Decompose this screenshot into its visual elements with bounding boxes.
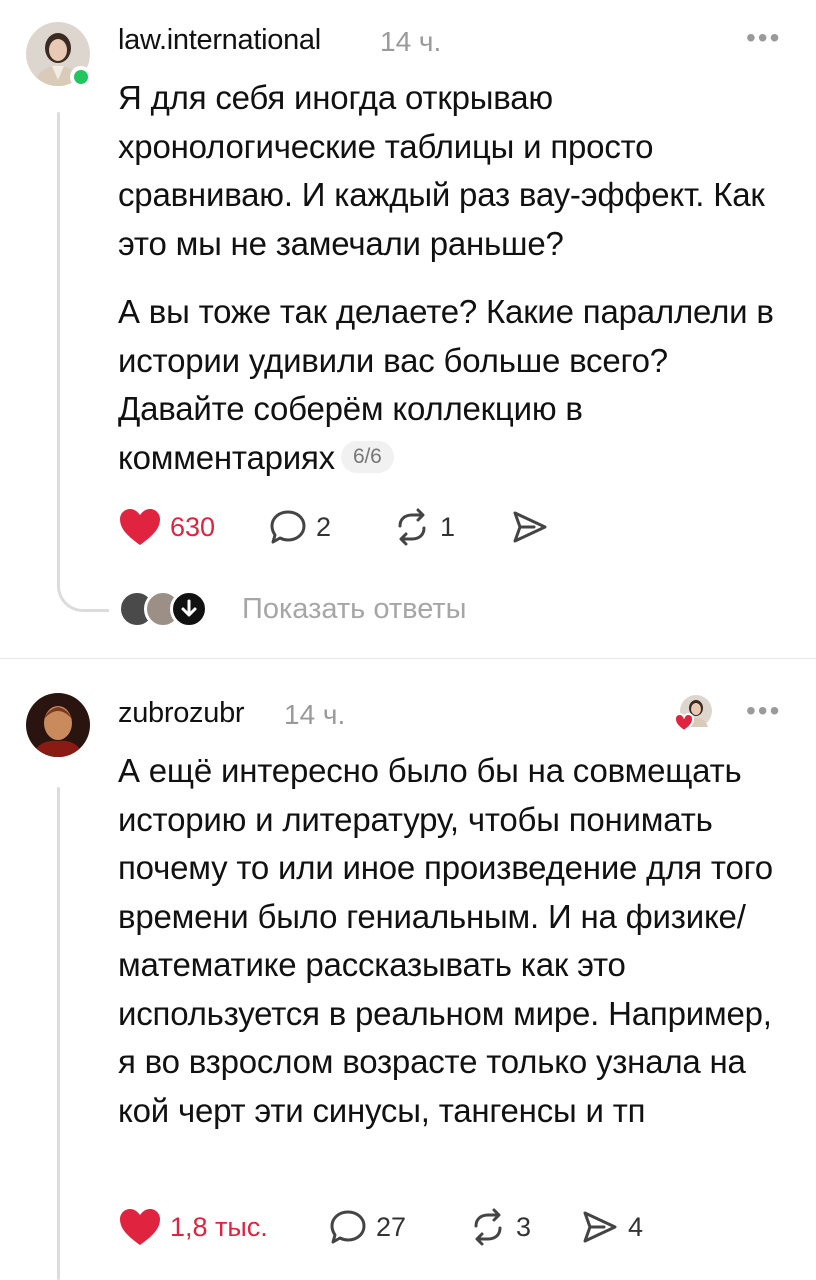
show-replies-link[interactable]: Показать ответы	[242, 593, 466, 626]
repost-button[interactable]: 1	[392, 508, 510, 546]
post-paragraph-text: А вы тоже так делаете? Какие параллели в…	[118, 293, 774, 476]
post-paragraph: А вы тоже так делаете? Какие параллели в…	[118, 288, 798, 482]
post-actions: 1,8 тыс. 27 3 4	[118, 1207, 643, 1247]
username[interactable]: zubrozubr	[118, 697, 245, 730]
thread-line	[57, 112, 60, 574]
heart-icon	[120, 509, 160, 545]
repost-button[interactable]: 3	[468, 1208, 580, 1246]
share-button[interactable]: 4	[580, 1208, 643, 1246]
thread-line	[57, 787, 60, 1280]
more-horizontal-icon[interactable]: •••	[746, 695, 781, 727]
like-button[interactable]: 630	[118, 507, 268, 547]
send-icon	[583, 1211, 617, 1243]
online-status-indicator	[70, 66, 92, 88]
reply-button[interactable]: 27	[328, 1208, 468, 1246]
repost-icon	[398, 508, 426, 546]
repost-icon	[474, 1208, 502, 1246]
post-actions: 630 2 1	[118, 507, 550, 547]
thread-connector	[57, 572, 109, 612]
send-icon	[513, 511, 547, 543]
post-body: Я для себя иногда открываю хронологическ…	[118, 74, 798, 482]
repost-count: 3	[516, 1211, 532, 1242]
heart-icon	[120, 1209, 160, 1245]
post-paragraph: Я для себя иногда открываю хронологическ…	[118, 79, 765, 262]
carousel-counter-badge: 6/6	[340, 440, 394, 473]
repost-count: 1	[440, 511, 456, 542]
reply-count: 2	[316, 511, 332, 542]
comment-icon	[270, 510, 306, 544]
comment-icon	[330, 1210, 366, 1244]
author-liked-badge	[673, 693, 712, 733]
post-law-international: law.international 14 ч. ••• Я для себя и…	[0, 0, 816, 658]
like-count: 630	[170, 511, 216, 542]
post-zubrozubr: zubrozubr 14 ч. ••• А ещё интересно было…	[0, 659, 816, 1280]
post-time: 14 ч.	[284, 699, 346, 730]
share-button[interactable]	[510, 508, 550, 546]
arrow-down-icon	[170, 590, 208, 628]
post-time: 14 ч.	[380, 26, 442, 57]
show-replies-row[interactable]: Показать ответы	[118, 590, 466, 628]
reply-count: 27	[376, 1211, 407, 1242]
avatar[interactable]	[26, 693, 90, 757]
share-count: 4	[628, 1211, 644, 1242]
post-paragraph: А ещё интересно было бы на совмещать ист…	[118, 752, 773, 1129]
like-count: 1,8 тыс.	[170, 1211, 268, 1242]
post-body: А ещё интересно было бы на совмещать ист…	[118, 747, 798, 1135]
username[interactable]: law.international	[118, 24, 321, 57]
like-button[interactable]: 1,8 тыс.	[118, 1207, 328, 1247]
reply-button[interactable]: 2	[268, 508, 392, 546]
more-horizontal-icon[interactable]: •••	[746, 22, 781, 54]
